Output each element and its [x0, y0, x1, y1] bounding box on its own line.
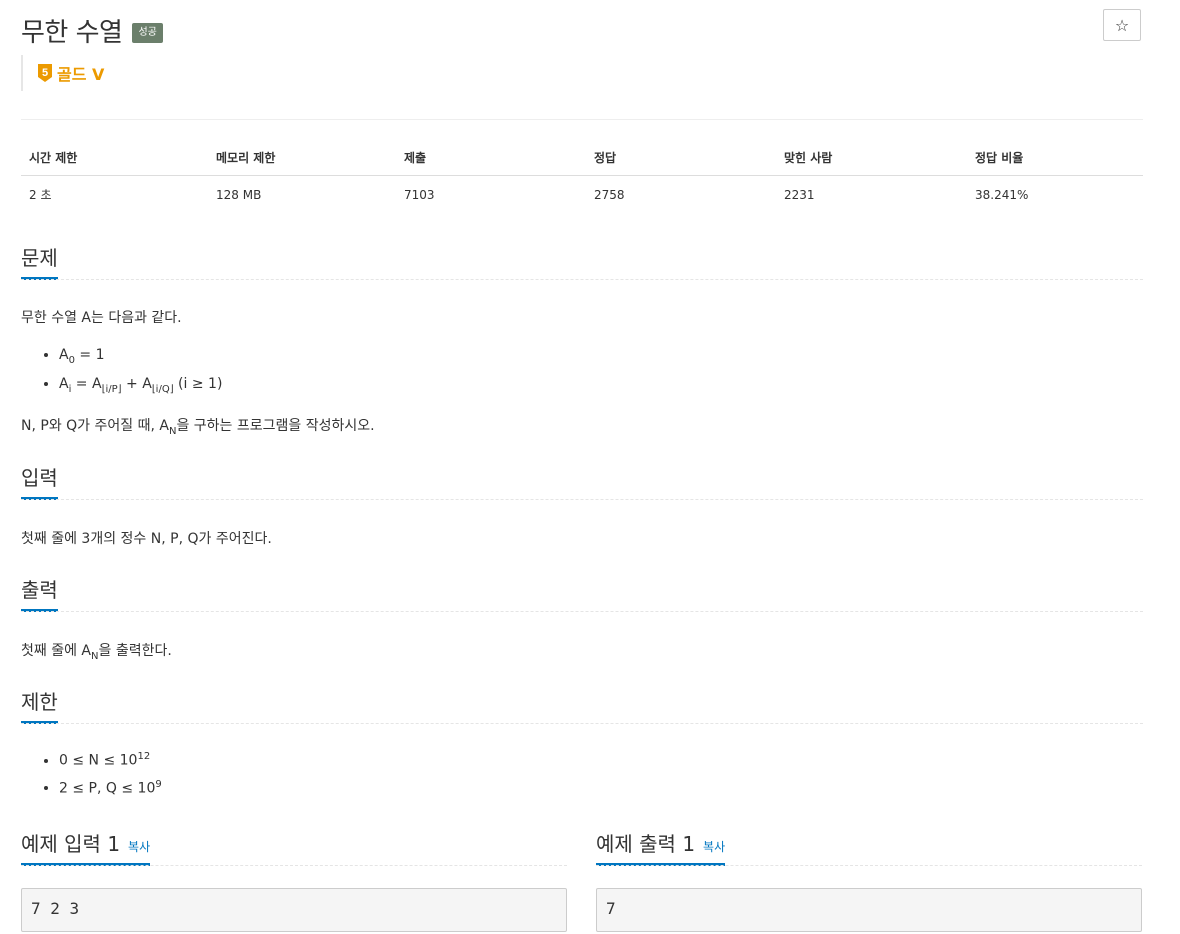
gold-tier-icon: 5 [38, 64, 52, 82]
table-header-row: 시간 제한 메모리 제한 제출 정답 맞힌 사람 정답 비율 [21, 140, 1143, 176]
col-header-time-limit: 시간 제한 [21, 140, 208, 176]
accepted-value: 2758 [594, 187, 625, 202]
description-task: N, P와 Q가 주어질 때, AN을 구하는 프로그램을 작성하시오. [21, 418, 375, 437]
description-heading: 문제 [21, 242, 58, 280]
output-heading: 출력 [21, 574, 58, 612]
problem-info-table: 시간 제한 메모리 제한 제출 정답 맞힌 사람 정답 비율 2 초 128 M… [21, 140, 1143, 213]
tier-number: 5 [42, 67, 48, 79]
output-section-header: 출력 [21, 574, 1143, 612]
submissions-value[interactable]: 7103 [396, 176, 586, 214]
sample-input-heading: 예제 입력 1 [21, 832, 121, 856]
divider [21, 119, 1143, 120]
list-item: Ai = A⌊i/P⌋ + A⌊i/Q⌋ (i ≥ 1) [59, 376, 222, 395]
tier-container: 5 골드 V [21, 55, 104, 91]
copy-sample-output-button[interactable]: 복사 [703, 840, 725, 854]
sequence-definition-list: A0 = 1 Ai = A⌊i/P⌋ + A⌊i/Q⌋ (i ≥ 1) [21, 347, 222, 405]
status-badge: 성공 [132, 22, 163, 43]
description-intro: 무한 수열 A는 다음과 같다. [21, 310, 182, 326]
favorite-star-button[interactable]: ☆ [1103, 9, 1141, 41]
sample-output-heading: 예제 출력 1 [596, 832, 696, 856]
title-row: 무한 수열 성공 [21, 12, 163, 49]
input-section-header: 입력 [21, 462, 1143, 500]
col-header-solvers: 맞힌 사람 [776, 140, 967, 176]
sample-input-box[interactable]: 7 2 3 [21, 888, 567, 932]
accept-ratio-value: 38.241% [975, 187, 1029, 202]
col-header-accepted: 정답 [586, 140, 776, 176]
list-item: A0 = 1 [59, 347, 222, 366]
memory-limit-value: 128 MB [216, 187, 262, 202]
sample-output-header: 예제 출력 1 복사 [596, 828, 1142, 866]
solvers-value[interactable]: 2231 [776, 176, 967, 214]
star-icon: ☆ [1114, 15, 1130, 35]
limits-heading: 제한 [21, 686, 58, 724]
col-header-memory-limit: 메모리 제한 [208, 140, 396, 176]
tier-label[interactable]: 골드 V [57, 61, 104, 85]
page-title: 무한 수열 [21, 18, 123, 48]
time-limit-value: 2 초 [29, 188, 52, 202]
limits-section-header: 제한 [21, 686, 1143, 724]
sample-output-box[interactable]: 7 [596, 888, 1142, 932]
input-description: 첫째 줄에 3개의 정수 N, P, Q가 주어진다. [21, 531, 272, 547]
output-description: 첫째 줄에 AN을 출력한다. [21, 643, 172, 662]
table-row: 2 초 128 MB 7103 2758 2231 38.241% [21, 176, 1143, 214]
col-header-submissions: 제출 [396, 140, 586, 176]
list-item: 0 ≤ N ≤ 1012 [59, 751, 162, 769]
list-item: 2 ≤ P, Q ≤ 109 [59, 779, 162, 797]
limits-list: 0 ≤ N ≤ 1012 2 ≤ P, Q ≤ 109 [21, 751, 162, 806]
col-header-accept-ratio: 정답 비율 [967, 140, 1143, 176]
copy-sample-input-button[interactable]: 복사 [128, 840, 150, 854]
sample-input-header: 예제 입력 1 복사 [21, 828, 567, 866]
input-heading: 입력 [21, 462, 58, 500]
problem-page: 무한 수열 성공 ☆ 5 골드 V 시간 제한 메모리 제한 제출 정답 맞힌 … [0, 0, 1180, 934]
description-section-header: 문제 [21, 242, 1143, 280]
